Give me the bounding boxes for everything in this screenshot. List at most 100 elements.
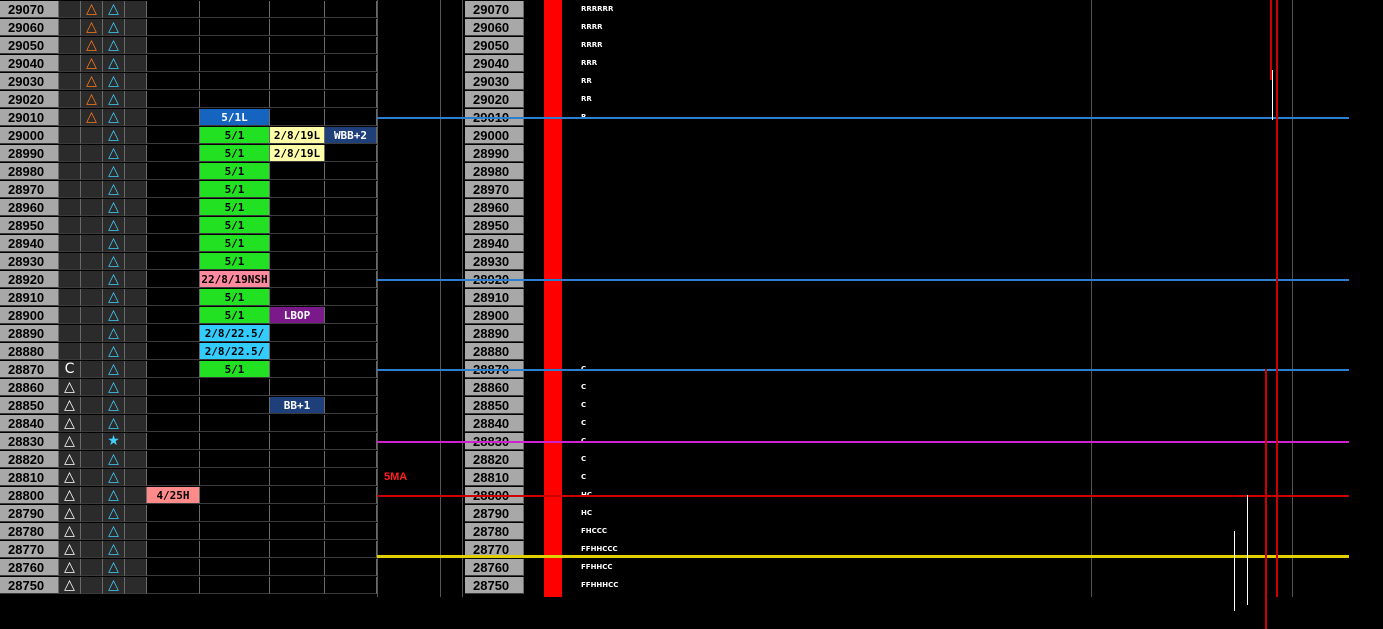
- level-cell-c6[interactable]: [200, 19, 270, 36]
- triangle-icon[interactable]: △: [103, 523, 125, 540]
- empty-cell[interactable]: [125, 415, 147, 432]
- empty-cell[interactable]: [125, 397, 147, 414]
- marker-cell-1[interactable]: [59, 199, 81, 216]
- level-cell-c8[interactable]: [325, 1, 377, 18]
- price-row[interactable]: 28810 △ △ 28810 C: [0, 469, 1383, 487]
- level-cell-c5[interactable]: [147, 559, 200, 576]
- level-cell-c7[interactable]: [270, 235, 325, 252]
- level-cell-c6[interactable]: [200, 379, 270, 396]
- level-cell-c5[interactable]: [147, 73, 200, 90]
- level-cell-c7[interactable]: [270, 505, 325, 522]
- level-cell-c5[interactable]: [147, 577, 200, 594]
- level-cell-c5[interactable]: [147, 127, 200, 144]
- price-row[interactable]: 28900 △ 5/1 LBOP 28900: [0, 307, 1383, 325]
- price-row[interactable]: 28760 △ △ 28760 FFHHCC: [0, 559, 1383, 577]
- level-cell-c6[interactable]: [200, 577, 270, 594]
- level-cell-c5[interactable]: [147, 1, 200, 18]
- level-cell-c6[interactable]: [200, 397, 270, 414]
- triangle-icon[interactable]: △: [103, 253, 125, 270]
- level-cell-c7[interactable]: [270, 469, 325, 486]
- empty-cell[interactable]: [125, 73, 147, 90]
- price-row[interactable]: 29050 △ △ 29050 RRRR: [0, 37, 1383, 55]
- marker-cell-2[interactable]: [81, 505, 103, 522]
- level-tag[interactable]: 5/1: [200, 217, 270, 234]
- level-cell-c6[interactable]: [200, 523, 270, 540]
- marker-cell-1[interactable]: [59, 217, 81, 234]
- triangle-icon[interactable]: △: [103, 163, 125, 180]
- marker-cell-2[interactable]: △: [81, 19, 103, 36]
- marker-cell-1[interactable]: [59, 343, 81, 360]
- triangle-icon[interactable]: △: [103, 343, 125, 360]
- marker-cell-1[interactable]: △: [59, 451, 81, 468]
- triangle-icon[interactable]: △: [103, 415, 125, 432]
- level-cell-c6[interactable]: [200, 55, 270, 72]
- marker-cell-1[interactable]: [59, 145, 81, 162]
- triangle-icon[interactable]: △: [103, 1, 125, 18]
- level-tag[interactable]: WBB+2: [325, 127, 377, 144]
- empty-cell[interactable]: [125, 307, 147, 324]
- marker-cell-1[interactable]: △: [59, 469, 81, 486]
- level-cell-c5[interactable]: [147, 37, 200, 54]
- triangle-icon[interactable]: △: [103, 487, 125, 504]
- triangle-icon[interactable]: △: [103, 559, 125, 576]
- marker-cell-2[interactable]: [81, 415, 103, 432]
- price-row[interactable]: 29030 △ △ 29030 RR: [0, 73, 1383, 91]
- triangle-icon[interactable]: △: [103, 127, 125, 144]
- marker-cell-2[interactable]: △: [81, 73, 103, 90]
- marker-cell-2[interactable]: [81, 289, 103, 306]
- marker-cell-2[interactable]: △: [81, 37, 103, 54]
- price-row[interactable]: 28940 △ 5/1 28940: [0, 235, 1383, 253]
- level-cell-c5[interactable]: [147, 361, 200, 378]
- marker-cell-2[interactable]: [81, 325, 103, 342]
- price-row[interactable]: 28850 △ △ BB+1 28850 C: [0, 397, 1383, 415]
- level-tag[interactable]: 2/8/22.5/: [200, 343, 270, 360]
- marker-cell-2[interactable]: [81, 361, 103, 378]
- level-cell-c6[interactable]: [200, 1, 270, 18]
- level-tag[interactable]: 4/25H: [147, 487, 200, 504]
- empty-cell[interactable]: [125, 577, 147, 594]
- level-cell-c8[interactable]: [325, 577, 377, 594]
- level-tag[interactable]: 2/8/22.5/: [200, 325, 270, 342]
- marker-cell-1[interactable]: [59, 19, 81, 36]
- level-cell-c5[interactable]: [147, 451, 200, 468]
- level-cell-c7[interactable]: [270, 343, 325, 360]
- triangle-icon[interactable]: △: [103, 55, 125, 72]
- marker-cell-2[interactable]: [81, 433, 103, 450]
- price-row[interactable]: 29070 △ △ 29070 RRRRRR: [0, 1, 1383, 19]
- triangle-icon[interactable]: △: [103, 325, 125, 342]
- level-cell-c7[interactable]: [270, 433, 325, 450]
- level-cell-c6[interactable]: [200, 451, 270, 468]
- triangle-icon[interactable]: △: [103, 289, 125, 306]
- level-cell-c8[interactable]: [325, 73, 377, 90]
- triangle-icon[interactable]: △: [103, 577, 125, 594]
- triangle-icon[interactable]: △: [103, 145, 125, 162]
- empty-cell[interactable]: [125, 109, 147, 126]
- triangle-icon[interactable]: △: [103, 469, 125, 486]
- marker-cell-2[interactable]: [81, 181, 103, 198]
- marker-cell-2[interactable]: [81, 397, 103, 414]
- triangle-icon[interactable]: △: [103, 397, 125, 414]
- price-row[interactable]: 28790 △ △ 28790 HC: [0, 505, 1383, 523]
- level-cell-c5[interactable]: [147, 505, 200, 522]
- level-cell-c5[interactable]: [147, 415, 200, 432]
- level-tag[interactable]: 5/1: [200, 361, 270, 378]
- marker-cell-1[interactable]: C: [59, 361, 81, 378]
- marker-cell-1[interactable]: [59, 325, 81, 342]
- level-cell-c6[interactable]: [200, 559, 270, 576]
- level-tag[interactable]: 5/1: [200, 199, 270, 216]
- level-cell-c8[interactable]: [325, 271, 377, 288]
- level-cell-c8[interactable]: [325, 235, 377, 252]
- price-row[interactable]: 28970 △ 5/1 28970: [0, 181, 1383, 199]
- level-cell-c8[interactable]: [325, 469, 377, 486]
- marker-cell-1[interactable]: [59, 253, 81, 270]
- marker-cell-1[interactable]: [59, 289, 81, 306]
- level-cell-c8[interactable]: [325, 433, 377, 450]
- level-tag[interactable]: 5/1: [200, 145, 270, 162]
- level-cell-c7[interactable]: [270, 181, 325, 198]
- level-cell-c6[interactable]: [200, 91, 270, 108]
- empty-cell[interactable]: [125, 487, 147, 504]
- level-tag[interactable]: LBOP: [270, 307, 325, 324]
- level-cell-c5[interactable]: [147, 433, 200, 450]
- marker-cell-2[interactable]: [81, 487, 103, 504]
- empty-cell[interactable]: [125, 271, 147, 288]
